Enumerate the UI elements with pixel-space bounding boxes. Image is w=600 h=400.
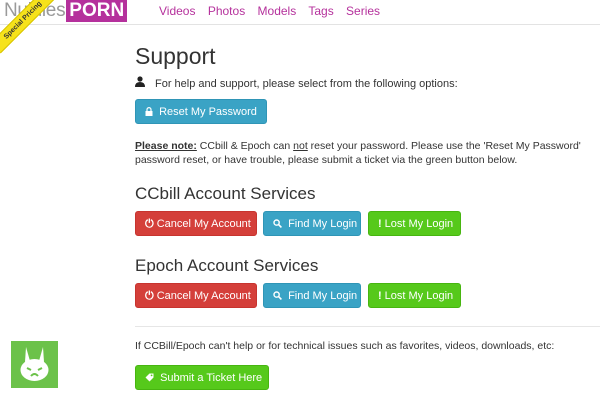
submit-ticket-button[interactable]: Submit a Ticket Here [135, 365, 269, 390]
ccbill-lost-login-button[interactable]: ! Lost My Login [368, 211, 461, 236]
exclamation-icon: ! [378, 290, 382, 302]
logo-badge: PORN [66, 0, 128, 22]
help-text: For help and support, please select from… [155, 78, 458, 90]
nav-videos[interactable]: Videos [159, 4, 195, 18]
ccbill-cancel-button[interactable]: ⏻ Cancel My Account [135, 211, 257, 236]
epoch-cancel-label: Cancel My Account [156, 290, 251, 302]
ccbill-heading: CCbill Account Services [135, 184, 316, 203]
mascot-badge[interactable] [11, 341, 58, 388]
epoch-lost-login-button[interactable]: ! Lost My Login [368, 283, 461, 308]
bunny-icon [11, 341, 58, 388]
nav-photos[interactable]: Photos [208, 4, 245, 18]
top-navbar: NubilesPORN Videos Photos Models Tags Se… [0, 0, 600, 25]
password-note: Please note: CCbill & Epoch can not rese… [135, 139, 600, 167]
tag-icon [145, 372, 157, 384]
search-icon [273, 290, 285, 302]
page-title: Support [135, 43, 216, 69]
note-text-1: CCbill & Epoch can [196, 140, 294, 152]
epoch-find-login-button[interactable]: Find My Login [263, 283, 361, 308]
exclamation-icon: ! [378, 218, 382, 230]
reset-password-label: Reset My Password [159, 106, 257, 118]
note-line-2: password reset, or have trouble, please … [135, 154, 518, 166]
search-icon [273, 218, 285, 230]
main-nav: Videos Photos Models Tags Series [159, 4, 389, 18]
power-icon: ⏻ [145, 218, 154, 230]
ticket-text: If CCBill/Epoch can't help or for techni… [135, 340, 555, 352]
user-icon [135, 76, 147, 90]
help-line: For help and support, please select from… [135, 76, 458, 90]
nav-tags[interactable]: Tags [308, 4, 333, 18]
support-content: Support For help and support, please sel… [135, 42, 600, 390]
epoch-cancel-button[interactable]: ⏻ Cancel My Account [135, 283, 257, 308]
epoch-heading: Epoch Account Services [135, 256, 319, 275]
ccbill-cancel-label: Cancel My Account [156, 218, 251, 230]
reset-password-button[interactable]: Reset My Password [135, 99, 267, 124]
epoch-lost-label: Lost My Login [384, 290, 454, 302]
note-text-2: reset your password. Please use the 'Res… [307, 140, 581, 152]
ccbill-lost-label: Lost My Login [384, 218, 454, 230]
nav-models[interactable]: Models [258, 4, 297, 18]
nav-series[interactable]: Series [346, 4, 380, 18]
note-not: not [293, 140, 308, 152]
section-divider [135, 326, 600, 327]
lock-icon [145, 106, 156, 118]
epoch-find-label: Find My Login [288, 290, 358, 302]
ccbill-find-label: Find My Login [288, 218, 358, 230]
submit-ticket-label: Submit a Ticket Here [160, 372, 263, 384]
power-icon: ⏻ [145, 290, 154, 302]
note-label: Please note: [135, 140, 197, 152]
ccbill-find-login-button[interactable]: Find My Login [263, 211, 361, 236]
